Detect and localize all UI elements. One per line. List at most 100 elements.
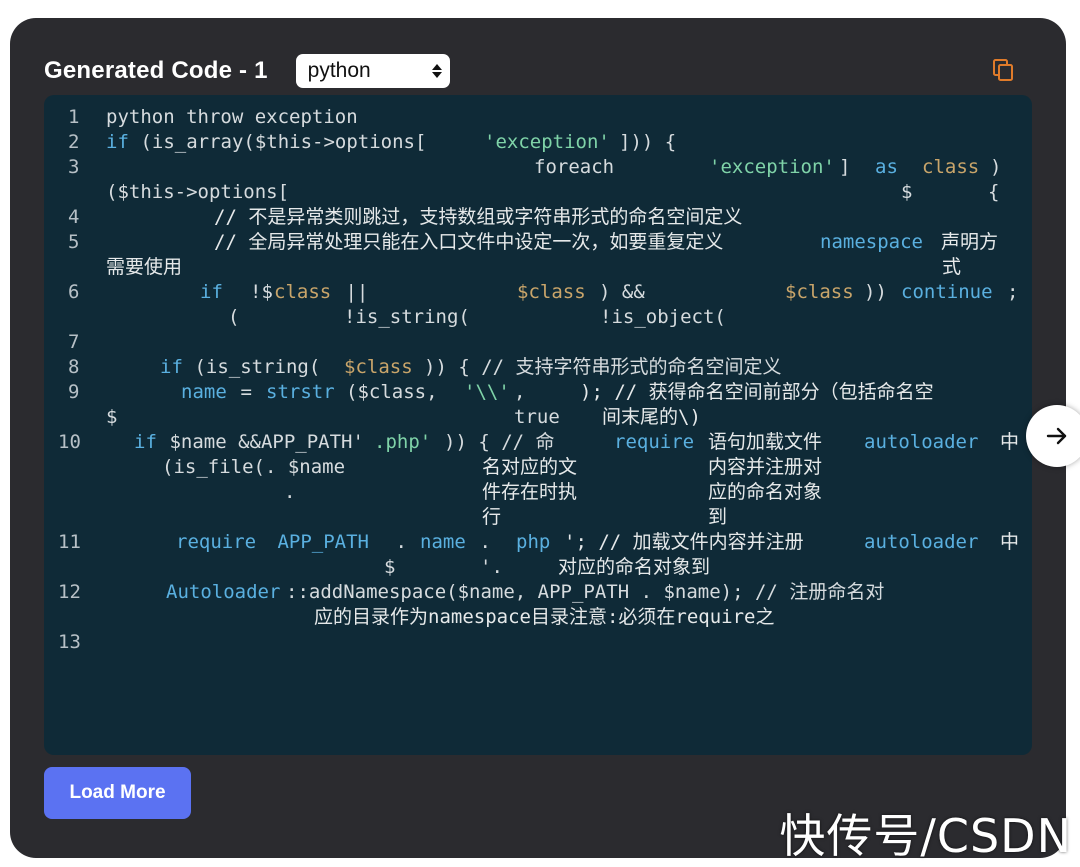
line-number: 11 [58, 531, 81, 553]
code-comment: 对应的命名对象到 [558, 556, 711, 578]
code-token: )) [864, 281, 887, 303]
line-number: 5 [68, 231, 80, 253]
panel-header: Generated Code - 1 python [44, 52, 450, 90]
code-comment: 到 [708, 506, 728, 528]
code-token: .php' [374, 431, 432, 453]
language-select-value: python [307, 59, 371, 82]
code-token: strstr [266, 381, 335, 403]
code-token: ])) { [619, 131, 677, 153]
code-token: autoloader [864, 431, 979, 453]
code-token: name [181, 381, 227, 403]
code-token: )) { // 命 [444, 431, 555, 453]
code-token: !is_string( [344, 306, 470, 328]
code-token: ::addNamespace($name, APP_PATH . $name);… [286, 581, 885, 603]
code-token: APP_PATH [266, 531, 369, 553]
line-number: 4 [68, 206, 80, 228]
code-token: (is_array($this->options[ [129, 131, 427, 153]
code-token: $class [785, 281, 854, 303]
code-content: 1 2 3 4 5 6 7 8 9 10 11 12 13 python thr… [44, 95, 1032, 755]
next-button[interactable] [1026, 405, 1080, 467]
code-comment: ); // 获得命名空间前部分（包括命名空 [580, 381, 934, 403]
code-token: 'exception' [484, 131, 610, 153]
code-token: . [468, 531, 503, 553]
code-token: ( [228, 306, 240, 328]
code-comment: 中 [1000, 531, 1020, 553]
code-comment: '; // 加载文件内容并注册 [564, 531, 804, 553]
code-token: class [922, 156, 980, 178]
line-number: 9 [68, 381, 80, 403]
code-comment: 间末尾的\) [602, 406, 701, 428]
code-comment: 名对应的文 [482, 456, 578, 478]
code-token: (is_file(. $name [162, 456, 346, 478]
line-number: 7 [68, 331, 80, 353]
code-token: . [384, 531, 419, 553]
code-token: if [200, 281, 223, 303]
code-token: name [420, 531, 466, 553]
code-token: . [284, 481, 296, 503]
code-token: )) { // 支持字符串形式的命名空间定义 [424, 356, 782, 378]
screen: Generated Code - 1 python 1 2 3 4 5 6 7 … [0, 0, 1080, 867]
line-number: 3 [68, 156, 80, 178]
code-token: require [614, 431, 695, 453]
line-number: 12 [58, 581, 81, 603]
line-number: 13 [58, 631, 81, 653]
code-token: php [516, 531, 551, 553]
code-token: '\\' [464, 381, 510, 403]
code-token: python throw exception [106, 106, 358, 128]
code-comment: 需要使用 [106, 256, 183, 278]
code-token: ($class, [346, 381, 449, 403]
code-token: ] [839, 156, 862, 178]
code-token: true [514, 406, 560, 428]
code-token: || [334, 281, 369, 303]
select-updown-icon [431, 64, 442, 78]
code-token: continue [901, 281, 993, 303]
code-token: Autoloader [166, 581, 281, 603]
code-comment: 应的目录作为namespace目录注意:必须在require之 [314, 606, 775, 628]
language-select[interactable]: python [295, 54, 450, 88]
code-token: $ [106, 406, 118, 428]
code-token: $ [384, 556, 396, 578]
code-token: = [229, 381, 264, 403]
code-token: if [160, 356, 183, 378]
code-token: ) [990, 156, 1002, 178]
code-token: if [106, 131, 129, 153]
code-token: autoloader [864, 531, 979, 553]
code-token: $class [344, 356, 413, 378]
code-token: ; [1007, 281, 1019, 303]
load-more-button[interactable]: Load More [44, 767, 191, 819]
copy-icon[interactable] [992, 58, 1014, 82]
arrow-right-icon [1046, 427, 1067, 445]
code-token: , [514, 381, 526, 403]
code-token: class [274, 281, 332, 303]
line-number: 1 [68, 106, 80, 128]
watermark: 快传号/CSDN [779, 809, 1072, 863]
line-number: 8 [68, 356, 80, 378]
code-token: 'exception' [709, 156, 835, 178]
code-token: as [875, 156, 898, 178]
code-token: $ [901, 181, 913, 203]
code-comment: 式 [942, 256, 962, 278]
code-comment: 声明方 [941, 231, 999, 253]
line-number: 6 [68, 281, 80, 303]
code-token: $name &&APP_PATH' [158, 431, 364, 453]
panel-title: Generated Code - 1 [44, 57, 268, 84]
code-comment: 行 [482, 506, 502, 528]
code-token: ) && [599, 281, 645, 303]
code-comment: 应的命名对象 [708, 481, 823, 503]
line-number: 2 [68, 131, 80, 153]
code-token: !$ [250, 281, 273, 303]
code-token: (is_string( [183, 356, 321, 378]
code-token: '. [480, 556, 503, 578]
code-comment: // 全局异常处理只能在入口文件中设定一次，如要重复定义 [214, 231, 724, 253]
code-token: require [176, 531, 257, 553]
code-token: if [134, 431, 157, 453]
line-number: 10 [58, 431, 81, 453]
code-token: { [988, 181, 1000, 203]
code-token: foreach [534, 156, 615, 178]
code-comment: 件存在时执 [482, 481, 578, 503]
code-block[interactable]: 1 2 3 4 5 6 7 8 9 10 11 12 13 python thr… [44, 95, 1032, 755]
code-comment: 语句加载文件 [708, 431, 823, 453]
code-comment: 内容并注册对 [708, 456, 823, 478]
code-token: $class [517, 281, 586, 303]
code-comment: // 不是异常类则跳过，支持数组或字符串形式的命名空间定义 [214, 206, 743, 228]
